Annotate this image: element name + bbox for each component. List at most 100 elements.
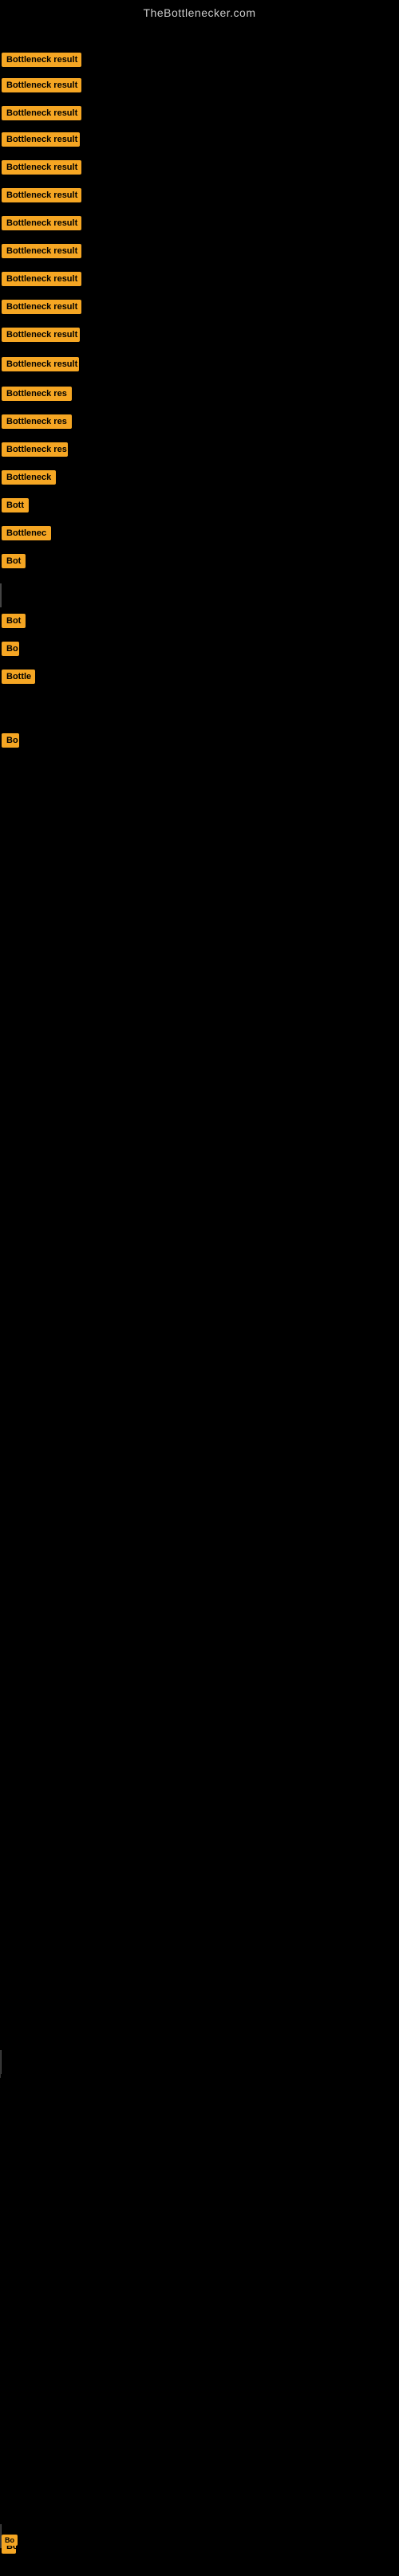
bottleneck-badge: Bottleneck result <box>2 300 81 314</box>
result-row <box>0 1038 399 1062</box>
bottleneck-badge: Bottleneck result <box>2 216 81 230</box>
result-row: Bottleneck res <box>0 410 399 434</box>
result-row: Bottleneck result <box>0 352 399 376</box>
bottleneck-badge: Bottleneck result <box>2 328 80 342</box>
result-row: Bottleneck res <box>0 438 399 461</box>
result-row <box>0 583 399 607</box>
site-title: TheBottlenecker.com <box>0 0 399 26</box>
result-row <box>0 1512 399 1536</box>
result-row: Bottleneck result <box>0 323 399 347</box>
bottleneck-badge: Bottleneck res <box>2 414 72 429</box>
result-row <box>0 2468 399 2492</box>
result-row <box>0 2217 399 2241</box>
bottleneck-badge: Bottle <box>2 670 35 684</box>
result-row <box>0 701 399 724</box>
bottleneck-badge: Bottleneck result <box>2 244 81 258</box>
bottleneck-badge: Bottleneck result <box>2 272 81 286</box>
result-row <box>0 898 399 922</box>
result-row <box>0 815 399 838</box>
bottleneck-badge: Bo <box>2 642 19 656</box>
bottleneck-badge: Bottleneck <box>2 470 56 485</box>
result-row: Bottleneck result <box>0 239 399 263</box>
result-row <box>0 2357 399 2381</box>
result-row <box>0 2441 399 2464</box>
result-row: Bott <box>0 493 399 517</box>
result-row <box>0 2301 399 2325</box>
result-row: Bottleneck res <box>0 382 399 406</box>
result-row: Bottleneck result <box>0 128 399 151</box>
bottleneck-badge: Bottleneck result <box>2 53 81 67</box>
result-row <box>0 1679 399 1703</box>
result-row <box>0 2496 399 2520</box>
result-row <box>0 1372 399 1396</box>
result-row: Bo <box>0 637 399 661</box>
vertical-line <box>0 583 2 607</box>
bottleneck-badge: Bottleneck res <box>2 442 68 457</box>
result-row <box>0 842 399 866</box>
result-row <box>0 1345 399 1368</box>
result-row <box>0 2078 399 2102</box>
result-row <box>0 1624 399 1647</box>
result-row <box>0 1177 399 1201</box>
result-row: Bottleneck result <box>0 155 399 179</box>
result-row <box>0 2162 399 2185</box>
bottleneck-badge: Bott <box>2 498 29 512</box>
result-row <box>0 1094 399 1117</box>
result-row: Bottlenec <box>0 521 399 545</box>
result-row <box>0 1651 399 1675</box>
result-row <box>0 1066 399 1090</box>
result-row <box>0 1121 399 1145</box>
bottleneck-badge: Bottleneck result <box>2 132 80 147</box>
result-row: Bottleneck result <box>0 48 399 72</box>
result-row <box>0 1233 399 1257</box>
bottleneck-badge: Bottleneck result <box>2 78 81 92</box>
tiny-badge: Bo <box>2 2535 18 2546</box>
result-row: Bottle <box>0 665 399 689</box>
result-row: Bottleneck <box>0 465 399 489</box>
result-row <box>0 2106 399 2130</box>
result-row: Bottleneck result <box>0 101 399 125</box>
result-row <box>0 982 399 1006</box>
result-row: Bottleneck result <box>0 267 399 291</box>
result-row <box>0 1456 399 1480</box>
result-row: Bot <box>0 549 399 573</box>
result-row: Bo <box>0 728 399 752</box>
result-row <box>0 2245 399 2269</box>
result-row <box>0 759 399 783</box>
result-row <box>0 1735 399 1759</box>
result-row <box>0 1010 399 1034</box>
result-row <box>0 2189 399 2213</box>
result-row <box>0 1596 399 1620</box>
result-row <box>0 1484 399 1508</box>
result-row: Bottleneck result <box>0 183 399 207</box>
result-row: Bottleneck result <box>0 295 399 319</box>
result-row <box>0 1317 399 1341</box>
bottleneck-badge: Bottleneck result <box>2 357 79 371</box>
bottleneck-badge: Bot <box>2 614 26 628</box>
result-row <box>0 1568 399 1592</box>
result-row <box>0 1205 399 1229</box>
result-row <box>0 787 399 811</box>
result-row <box>0 870 399 894</box>
result-row <box>0 2050 399 2074</box>
result-row <box>0 1707 399 1731</box>
result-row: Bottleneck result <box>0 211 399 235</box>
result-row <box>0 2273 399 2297</box>
bottleneck-badge: Bo <box>2 733 19 748</box>
bottleneck-badge: Bottleneck result <box>2 188 81 202</box>
result-row <box>0 1149 399 1173</box>
small-vertical-line-2 <box>0 2524 1 2548</box>
result-row: Bottleneck result <box>0 73 399 97</box>
result-row: Bo <box>0 2535 399 2558</box>
small-vertical-line <box>0 2050 1 2078</box>
result-row <box>0 1400 399 1424</box>
bottleneck-badge: Bot <box>2 554 26 568</box>
bottleneck-badge: Bottleneck result <box>2 106 81 120</box>
result-row: Bot <box>0 609 399 633</box>
result-row <box>0 1289 399 1313</box>
result-row <box>0 954 399 978</box>
result-row <box>0 2134 399 2158</box>
bottleneck-badge: Bottlenec <box>2 526 51 540</box>
result-row <box>0 2413 399 2437</box>
result-row <box>0 1540 399 1564</box>
